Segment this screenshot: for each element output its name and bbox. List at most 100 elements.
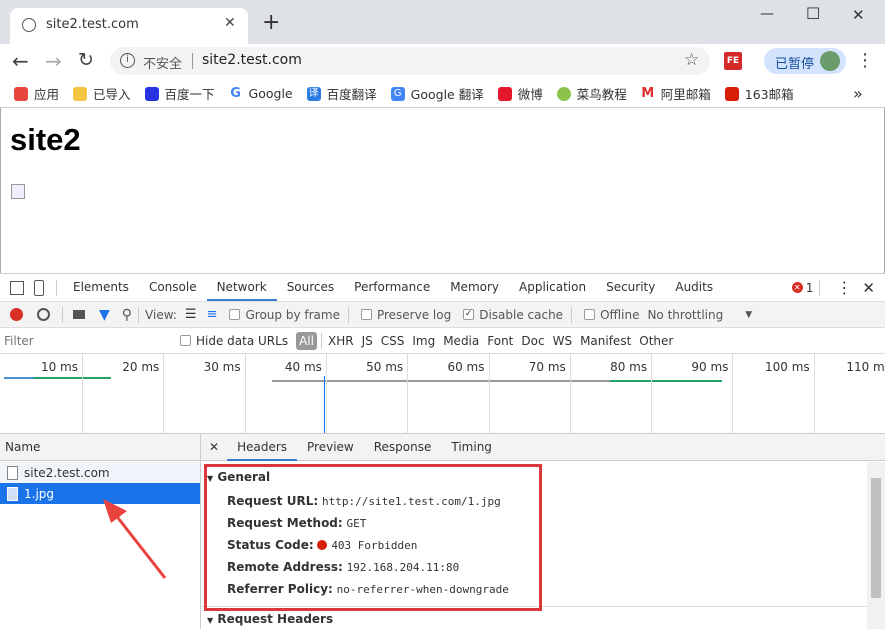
timeline-label: 110 ms <box>846 360 885 374</box>
name-column-header[interactable]: Name <box>0 434 200 461</box>
bookmark-apps[interactable]: 应用 <box>14 84 59 103</box>
bookmark-weibo[interactable]: 微博 <box>497 84 543 103</box>
bookmarks-bar: 应用 已导入 百度一下 G Google 译百度翻译 G Google 翻译 微博 … <box>0 80 885 108</box>
new-tab-button[interactable]: + <box>262 10 280 35</box>
clear-icon[interactable] <box>37 308 50 321</box>
address-bar[interactable]: i 不安全 site2.test.com ☆ <box>110 47 710 75</box>
minimize-button[interactable]: — <box>760 6 774 22</box>
screenshot-icon[interactable] <box>73 310 85 319</box>
browser-tab[interactable]: site2.test.com ✕ <box>10 8 248 44</box>
bookmark-google-translate[interactable]: G Google 翻译 <box>390 84 484 103</box>
tab-title: site2.test.com <box>46 17 139 32</box>
chevron-down-icon[interactable]: ▼ <box>745 310 752 320</box>
more-options-icon[interactable]: ⋮ <box>836 278 852 297</box>
device-toolbar-icon[interactable] <box>34 279 44 296</box>
tab-sources[interactable]: Sources <box>277 274 344 301</box>
offline-checkbox[interactable] <box>584 309 596 320</box>
reload-icon[interactable]: ↻ <box>78 49 94 71</box>
devtools-tab-bar: Elements Console Network Sources Perform… <box>0 274 885 302</box>
tab-response[interactable]: Response <box>364 434 442 461</box>
filter-type-other[interactable]: Other <box>639 334 673 348</box>
waterfall-icon[interactable]: ≡ <box>207 307 218 322</box>
annotation-highlight-box <box>204 464 542 611</box>
network-toolbar: ▼ ⚲ View: ☰ ≡ Group by frame Preserve lo… <box>0 302 885 328</box>
filter-input[interactable] <box>4 330 168 351</box>
tab-application[interactable]: Application <box>509 274 596 301</box>
forward-icon[interactable]: → <box>45 49 62 73</box>
filter-type-manifest[interactable]: Manifest <box>580 334 631 348</box>
filter-type-doc[interactable]: Doc <box>521 334 544 348</box>
divider <box>138 306 140 323</box>
timeline-label: 40 ms <box>284 360 322 374</box>
timeline-gridline <box>163 354 165 433</box>
bookmark-google[interactable]: G Google <box>228 86 293 101</box>
url-text[interactable]: site2.test.com <box>202 52 302 68</box>
request-headers-toggle[interactable]: ▼ Request Headers <box>207 612 333 626</box>
more-bookmarks-button[interactable]: » <box>853 84 863 103</box>
menu-icon[interactable]: ⋮ <box>856 50 874 71</box>
bookmark-163-mail[interactable]: 163邮箱 <box>724 84 794 103</box>
timeline-gridline <box>732 354 734 433</box>
divider <box>571 306 573 323</box>
filter-type-media[interactable]: Media <box>443 334 479 348</box>
bookmark-baidu-translate[interactable]: 译百度翻译 <box>306 84 377 103</box>
fe-extension-icon[interactable]: FE <box>724 52 742 70</box>
timeline-gridline <box>651 354 653 433</box>
filter-type-css[interactable]: CSS <box>381 334 405 348</box>
document-icon <box>7 465 18 480</box>
group-by-frame-checkbox[interactable] <box>229 309 241 320</box>
scrollbar-thumb[interactable] <box>871 478 881 598</box>
close-tab-icon[interactable]: ✕ <box>224 15 236 31</box>
tab-network[interactable]: Network <box>206 274 277 301</box>
timeline-label: 20 ms <box>122 360 160 374</box>
close-devtools-icon[interactable]: ✕ <box>862 279 875 297</box>
back-icon[interactable]: ← <box>12 49 29 73</box>
timeline-overview[interactable]: 10 ms 20 ms 30 ms 40 ms 50 ms 60 ms 70 ms 80 ms… <box>0 354 885 434</box>
record-icon[interactable] <box>10 308 23 321</box>
scrollbar[interactable] <box>867 462 885 629</box>
tab-timing[interactable]: Timing <box>441 434 502 461</box>
tab-elements[interactable]: Elements <box>63 274 139 301</box>
bookmark-runoob[interactable]: 菜鸟教程 <box>556 84 627 103</box>
filter-type-js[interactable]: JS <box>362 334 373 348</box>
disable-cache-checkbox[interactable]: ✓ <box>463 309 475 320</box>
star-icon[interactable]: ☆ <box>684 50 699 70</box>
tab-security[interactable]: Security <box>596 274 665 301</box>
throttling-select[interactable]: No throttling <box>647 308 723 322</box>
tab-headers[interactable]: Headers <box>227 434 298 461</box>
filter-type-xhr[interactable]: XHR <box>328 334 354 348</box>
tab-console[interactable]: Console <box>139 274 207 301</box>
tab-preview[interactable]: Preview <box>297 434 364 461</box>
timeline-label: 60 ms <box>447 360 485 374</box>
preserve-log-checkbox[interactable] <box>360 309 372 320</box>
tab-memory[interactable]: Memory <box>440 274 509 301</box>
hide-data-urls-checkbox[interactable] <box>180 335 191 346</box>
filter-type-all[interactable]: All <box>296 331 317 350</box>
weibo-icon <box>497 86 512 101</box>
filter-type-img[interactable]: Img <box>412 334 435 348</box>
close-details-icon[interactable]: ✕ <box>209 440 219 454</box>
group-by-frame-label: Group by frame <box>245 307 340 322</box>
filter-type-font[interactable]: Font <box>487 334 513 348</box>
tab-audits[interactable]: Audits <box>665 274 723 301</box>
search-icon[interactable]: ⚲ <box>122 307 132 323</box>
tab-strip: site2.test.com ✕ + — ☐ ✕ <box>0 0 885 44</box>
error-count[interactable]: 1 <box>806 281 814 295</box>
tab-performance[interactable]: Performance <box>344 274 440 301</box>
error-icon[interactable]: ✕ <box>791 282 803 293</box>
bookmark-aliyun-mail[interactable]: M 阿里邮箱 <box>640 84 711 103</box>
page-heading: site2 <box>10 122 81 157</box>
info-icon[interactable]: i <box>120 53 135 68</box>
maximize-button[interactable]: ☐ <box>806 4 820 23</box>
close-window-button[interactable]: ✕ <box>852 6 865 24</box>
large-rows-icon[interactable]: ☰ <box>185 307 197 322</box>
bookmark-baidu[interactable]: 百度一下 <box>144 84 215 103</box>
broken-image-icon <box>11 184 25 199</box>
request-row[interactable]: site2.test.com <box>0 462 200 483</box>
profile-button[interactable]: 已暂停 <box>764 48 846 74</box>
filter-icon[interactable]: ▼ <box>99 307 110 323</box>
google-translate-icon: G <box>390 86 405 101</box>
inspect-element-icon[interactable] <box>10 280 24 295</box>
filter-type-ws[interactable]: WS <box>553 334 572 348</box>
bookmark-imported[interactable]: 已导入 <box>73 84 131 103</box>
